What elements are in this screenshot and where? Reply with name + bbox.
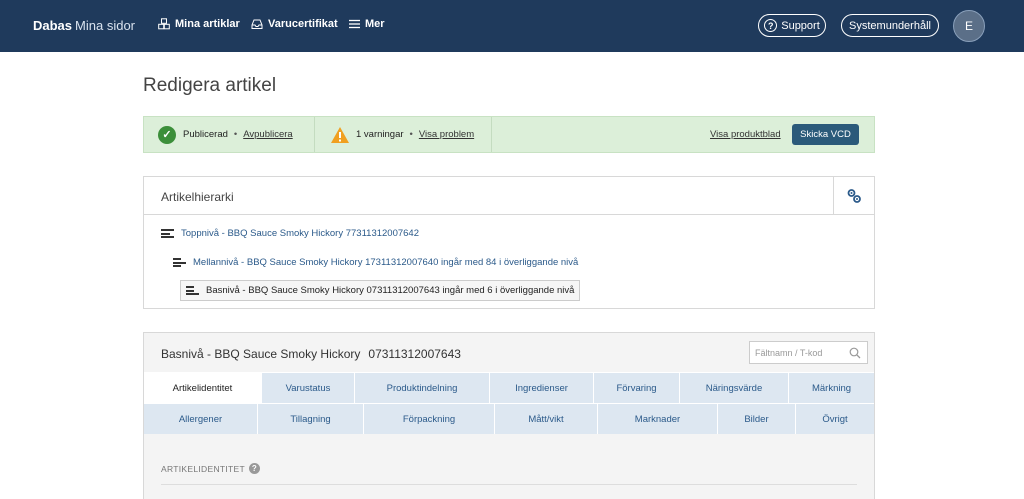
avatar-initial: E [964,19,973,33]
warning-triangle-icon [331,126,349,143]
unpublish-link[interactable]: Avpublicera [243,129,292,140]
tab-ingredienser[interactable]: Ingredienser [490,372,594,403]
tab-ovrigt[interactable]: Övrigt [796,403,874,434]
hierarchy-base-label: Basnivå - BBQ Sauce Smoky Hickory 073113… [206,285,575,296]
article-title: Basnivå - BBQ Sauce Smoky Hickory 0731131… [161,347,461,361]
published-status: ✓ Publicerad • Avpublicera [158,117,293,152]
hierarchy-middle-level[interactable]: Mellannivå - BBQ Sauce Smoky Hickory 173… [173,257,578,268]
support-button[interactable]: ? Support [758,14,826,37]
tab-row-2: Allergener Tillagning Förpackning Mått/v… [144,403,874,434]
nav-mina-artiklar[interactable]: Mina artiklar [158,18,240,30]
nav-label: Mina artiklar [175,18,240,30]
system-maintenance-button[interactable]: Systemunderhåll [841,14,939,37]
article-name: Basnivå - BBQ Sauce Smoky Hickory [161,347,361,361]
nav-varucertifikat[interactable]: Varucertifikat [251,18,338,30]
level-top-icon [161,229,175,238]
separator-dot: • [233,129,238,140]
page-title: Redigera artikel [143,75,277,96]
view-product-sheet-link[interactable]: Visa produktblad [710,129,781,140]
hierarchy-top-level[interactable]: Toppnivå - BBQ Sauce Smoky Hickory 77311… [161,228,419,239]
top-navbar: Dabas Mina sidor Mina artiklar Varucertif… [0,0,1024,52]
level-middle-icon [173,258,187,267]
product-sheet-segment: Visa produktblad [710,117,781,152]
hierarchy-title: Artikelhierarki [161,190,234,204]
tab-naringsvarde[interactable]: Näringsvärde [680,372,789,403]
panel-header: Artikelhierarki [144,177,874,215]
support-label: Support [781,19,820,32]
section-divider [161,484,857,485]
tab-bilder[interactable]: Bilder [718,403,796,434]
field-search-input[interactable] [755,347,847,358]
tab-row-1: Artikelidentitet Varustatus Produktindel… [144,372,874,403]
separator-dot: • [409,129,413,140]
tab-forvaring[interactable]: Förvaring [594,372,680,403]
hamburger-icon [349,19,360,29]
divider [314,117,315,152]
publish-status-bar: ✓ Publicerad • Avpublicera 1 varningar •… [143,116,875,153]
tab-allergener[interactable]: Allergener [144,403,258,434]
search-icon [849,347,861,359]
nav-label: Mer [365,18,385,30]
warnings-status: 1 varningar • Visa problem [330,117,474,152]
brand-subtitle: Mina sidor [75,18,135,33]
warnings-label: 1 varningar [356,129,404,140]
brand-name: Dabas [33,18,73,33]
hierarchy-base-level[interactable]: Basnivå - BBQ Sauce Smoky Hickory 073113… [180,280,581,301]
tab-tillagning[interactable]: Tillagning [258,403,364,434]
maintenance-label: Systemunderhåll [849,19,931,32]
article-panel: Basnivå - BBQ Sauce Smoky Hickory 0731131… [143,332,875,499]
gears-icon [847,189,861,203]
settings-button[interactable] [833,177,874,215]
article-gtin: 07311312007643 [368,347,461,361]
send-vcd-button[interactable]: Skicka VCD [792,124,859,145]
brand-logo[interactable]: Dabas Mina sidor [33,18,135,33]
tab-matt-vikt[interactable]: Mått/vikt [495,403,598,434]
inbox-icon [251,19,263,29]
tab-markning[interactable]: Märkning [789,372,874,403]
tab-marknader[interactable]: Marknader [598,403,718,434]
section-heading: ARTIKELIDENTITET ? [161,463,260,474]
published-label: Publicerad [183,129,228,140]
tab-artikelidentitet[interactable]: Artikelidentitet [144,372,262,403]
tab-forpackning[interactable]: Förpackning [364,403,495,434]
tab-produktindelning[interactable]: Produktindelning [355,372,490,403]
question-circle-icon: ? [764,19,778,32]
nav-label: Varucertifikat [268,18,338,30]
tab-varustatus[interactable]: Varustatus [262,372,355,403]
article-hierarchy-panel: Artikelhierarki Toppnivå - BBQ Sauce Smo… [143,176,875,309]
level-base-icon [186,286,200,295]
divider [491,117,492,152]
nav-mer[interactable]: Mer [349,18,385,30]
check-circle-icon: ✓ [158,125,176,144]
hierarchy-middle-link[interactable]: Mellannivå - BBQ Sauce Smoky Hickory 173… [193,257,578,268]
section-label: ARTIKELIDENTITET [161,463,245,474]
article-header: Basnivå - BBQ Sauce Smoky Hickory 0731131… [144,333,874,372]
help-icon[interactable]: ? [249,463,260,474]
user-avatar[interactable]: E [953,10,985,42]
show-problem-link[interactable]: Visa problem [419,129,474,140]
hierarchy-top-link[interactable]: Toppnivå - BBQ Sauce Smoky Hickory 77311… [181,228,419,239]
cubes-icon [158,18,170,30]
field-search[interactable] [749,341,868,364]
